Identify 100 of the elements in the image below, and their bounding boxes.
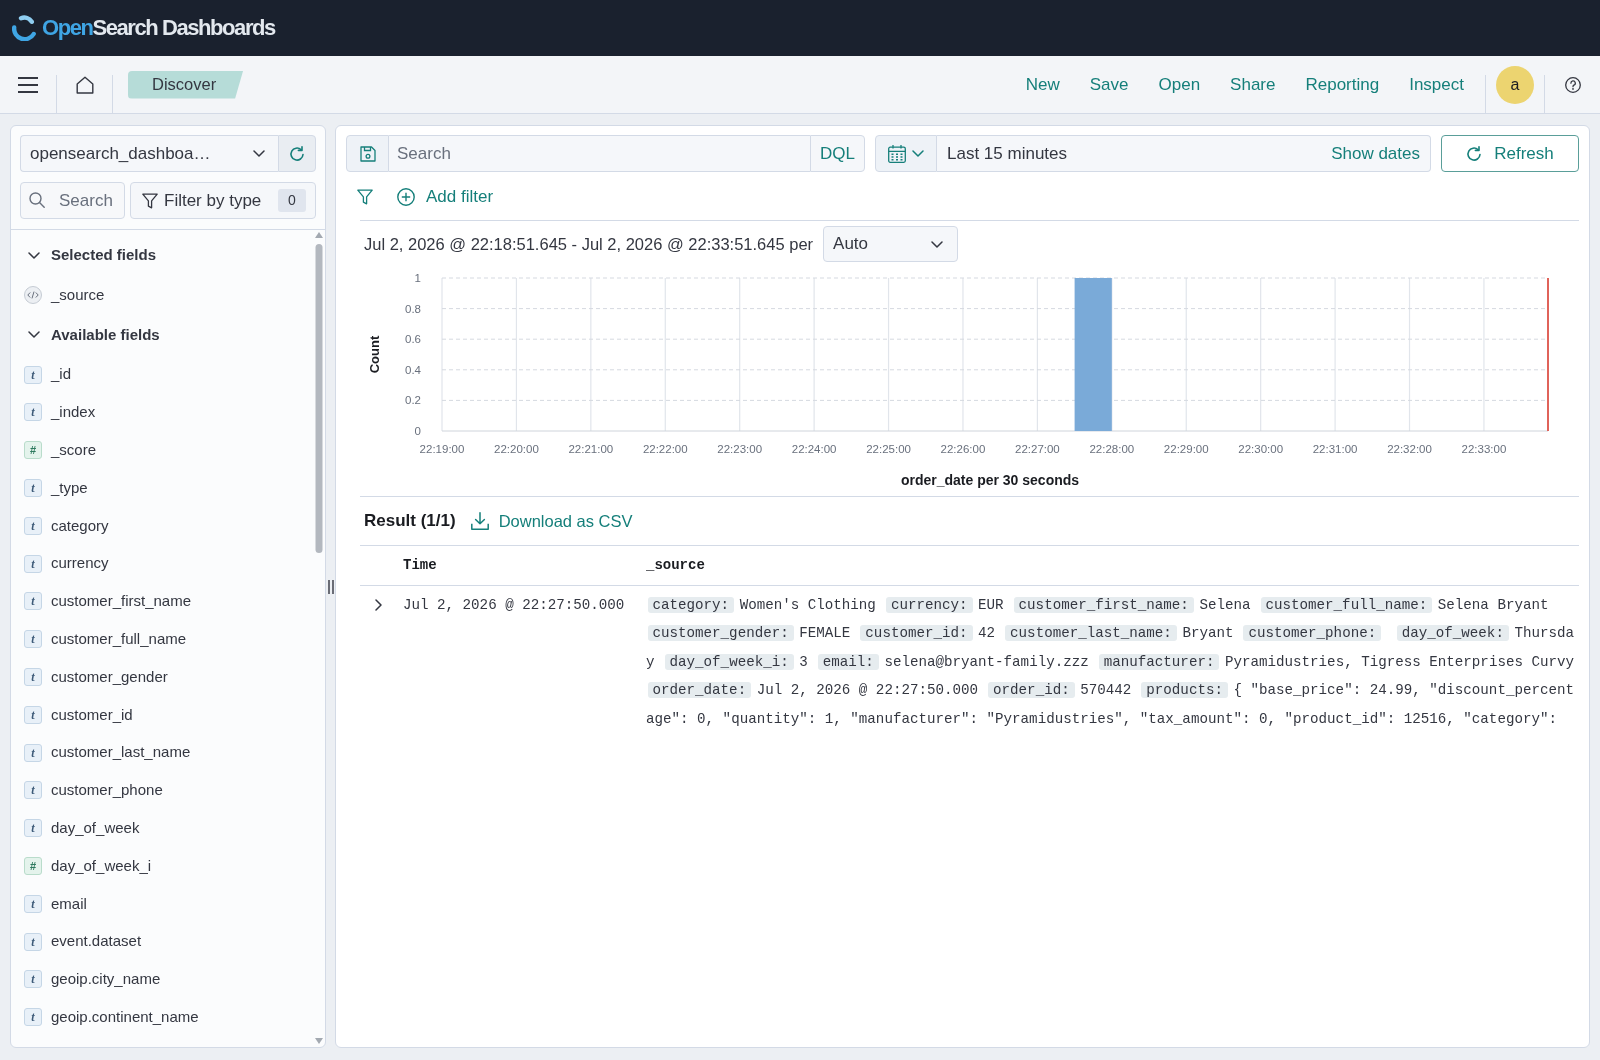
source-cell-text: category: Women's Clothing currency: EUR customer_first_name: Selena customer_full_name: Selena Bryant customer_gender: FEMALE customer_id: 42 customer_last_name: Bryant customer_phone: day_of_week: Thursday day_of_week_i: 3 email: selena@bryant-family.zzz manufacturer: Pyramidustries, Tigress Enterprises Curvy order_date: Jul 2, 2026 @ 22:27:50.000 order_id: 570442 products: { "base_price": 24.99, "discount_percentage": 0, "quantity": 1, "manufacturer": "Pyramidustries", "tax_amount": 0, "product_id": 12516, "category": <box>646 596 1576 729</box>
filter-by-type-button[interactable]: Filter by type 0 <box>130 182 316 219</box>
field-item[interactable]: _source <box>11 276 315 314</box>
column-header: Time <box>403 557 437 573</box>
show-dates-button[interactable]: Show dates <box>1331 140 1420 167</box>
field-item[interactable]: t customer_full_name <box>11 620 315 659</box>
field-type-token: t <box>24 479 42 498</box>
logo-icon <box>12 15 37 41</box>
field-item[interactable]: t _id <box>11 355 315 394</box>
refresh-fields-button[interactable] <box>278 135 316 172</box>
save-icon <box>359 145 376 162</box>
field-type-token: t <box>24 592 42 611</box>
field-item[interactable]: # _score <box>11 431 315 470</box>
axis-tick-label: 22:19:00 <box>419 443 465 455</box>
section-toggle[interactable]: Selected fields <box>11 234 315 276</box>
axis-tick-label: 22:30:00 <box>1238 443 1284 455</box>
axis-tick-label: 22:32:00 <box>1387 443 1432 455</box>
field-type-token: t <box>24 630 42 649</box>
avatar-button[interactable]: a <box>1496 65 1534 104</box>
axis-tick-label: 22:33:00 <box>1461 443 1507 455</box>
field-type-token: t <box>24 1008 42 1027</box>
field-item[interactable]: t customer_phone <box>11 771 315 810</box>
axis-tick-label: 22:20:00 <box>494 443 539 455</box>
chevron-down-icon <box>912 150 924 157</box>
chevron-down-icon <box>931 240 944 248</box>
top-nav-link[interactable]: New <box>1025 76 1060 93</box>
axis-tick-label: 22:24:00 <box>791 443 837 455</box>
query-language-button[interactable]: DQL <box>810 135 865 172</box>
axis-tick-label: 22:22:00 <box>642 443 688 455</box>
scrollbar[interactable] <box>315 232 323 1044</box>
field-item[interactable]: t customer_first_name <box>11 582 315 621</box>
index-pattern-select[interactable]: opensearch_dashboa… <box>20 135 278 172</box>
field-type-token: t <box>24 781 42 800</box>
field-item[interactable]: t email <box>11 884 315 923</box>
section-toggle[interactable]: Available fields <box>11 313 315 356</box>
field-item[interactable]: t _index <box>11 393 315 432</box>
field-item[interactable]: t currency <box>11 544 315 583</box>
field-type-token: t <box>24 970 42 989</box>
top-nav-link[interactable]: Share <box>1230 76 1276 93</box>
plus-circle-icon <box>397 188 415 206</box>
search-field[interactable]: Search <box>20 182 125 219</box>
field-type-token: t <box>24 668 42 687</box>
field-item[interactable]: t category <box>11 507 315 545</box>
quick-select-button[interactable] <box>875 135 937 172</box>
chevron-down-icon <box>253 150 265 157</box>
axis-title: order_date per 30 seconds <box>900 472 1080 488</box>
column-header: _source <box>646 557 705 573</box>
axis-tick-label: 22:26:00 <box>940 443 986 455</box>
result-count: Result (1/1) <box>364 510 456 533</box>
field-item[interactable]: t customer_id <box>11 695 315 734</box>
interval-select[interactable]: Auto <box>823 226 959 262</box>
field-item[interactable]: t geoip.continent_name <box>11 998 315 1037</box>
axis-tick-label: 0 <box>414 425 421 437</box>
axis-tick-label: 22:28:00 <box>1089 443 1135 455</box>
top-nav-link[interactable]: Save <box>1089 76 1129 93</box>
drag-handle-icon <box>327 579 334 594</box>
field-type-token: t <box>24 932 42 951</box>
download-csv-button[interactable]: Download as CSV <box>470 508 633 534</box>
axis-tick-label: 22:27:00 <box>1015 443 1060 455</box>
refresh-button[interactable]: Refresh <box>1441 135 1579 172</box>
field-item[interactable]: t event.dataset <box>11 922 315 961</box>
help-icon <box>1564 76 1581 93</box>
axis-tick-label: 22:29:00 <box>1163 443 1209 455</box>
axis-title: Count <box>367 335 382 374</box>
field-item[interactable]: # day_of_week_i <box>11 847 315 885</box>
refresh-icon <box>289 145 305 162</box>
field-item[interactable]: t customer_last_name <box>11 733 315 772</box>
filter-icon <box>357 189 373 205</box>
search-icon <box>29 192 45 208</box>
logo-text: OpenSearch Dashboards <box>42 17 275 39</box>
field-type-token: t <box>24 403 42 422</box>
time-range-text: Jul 2, 2026 @ 22:18:51.645 - Jul 2, 2026 @ 22:33:51.645 per <box>364 233 814 255</box>
field-item[interactable]: t customer_gender <box>11 658 315 696</box>
axis-tick-label: 22:23:00 <box>717 443 763 455</box>
chevron-down-icon <box>28 331 40 339</box>
download-icon <box>470 512 489 530</box>
top-nav-link[interactable]: Open <box>1158 76 1201 93</box>
field-type-token: # <box>24 441 42 460</box>
chevron-right-icon <box>374 599 382 611</box>
saved-queries-button[interactable] <box>346 135 389 172</box>
query-field[interactable]: Search <box>389 135 810 172</box>
field-item[interactable]: t geoip.city_name <box>11 960 315 999</box>
time-cell: Jul 2, 2026 @ 22:27:50.000 <box>403 597 625 613</box>
top-nav-link[interactable]: Reporting <box>1305 76 1380 93</box>
field-type-token: t <box>24 365 42 384</box>
axis-tick-label: 0.2 <box>405 394 421 407</box>
time-range-button[interactable]: Last 15 minutes <box>947 140 1067 167</box>
home-icon <box>75 75 94 94</box>
axis-tick-label: 0.4 <box>405 363 421 376</box>
breadcrumb: Discover <box>128 70 244 99</box>
axis-tick-label: 22:31:00 <box>1312 443 1358 455</box>
top-nav-link[interactable]: Inspect <box>1409 76 1464 93</box>
axis-tick-label: 0.8 <box>405 302 421 315</box>
axis-tick-label: 22:21:00 <box>568 443 614 455</box>
add-filter-button[interactable]: Add filter <box>395 182 498 212</box>
field-type-token: t <box>24 516 42 535</box>
field-type-token: t <box>24 894 42 913</box>
field-item[interactable]: t day_of_week <box>11 809 315 848</box>
refresh-icon <box>1466 145 1483 162</box>
field-item[interactable]: t _type <box>11 469 315 507</box>
